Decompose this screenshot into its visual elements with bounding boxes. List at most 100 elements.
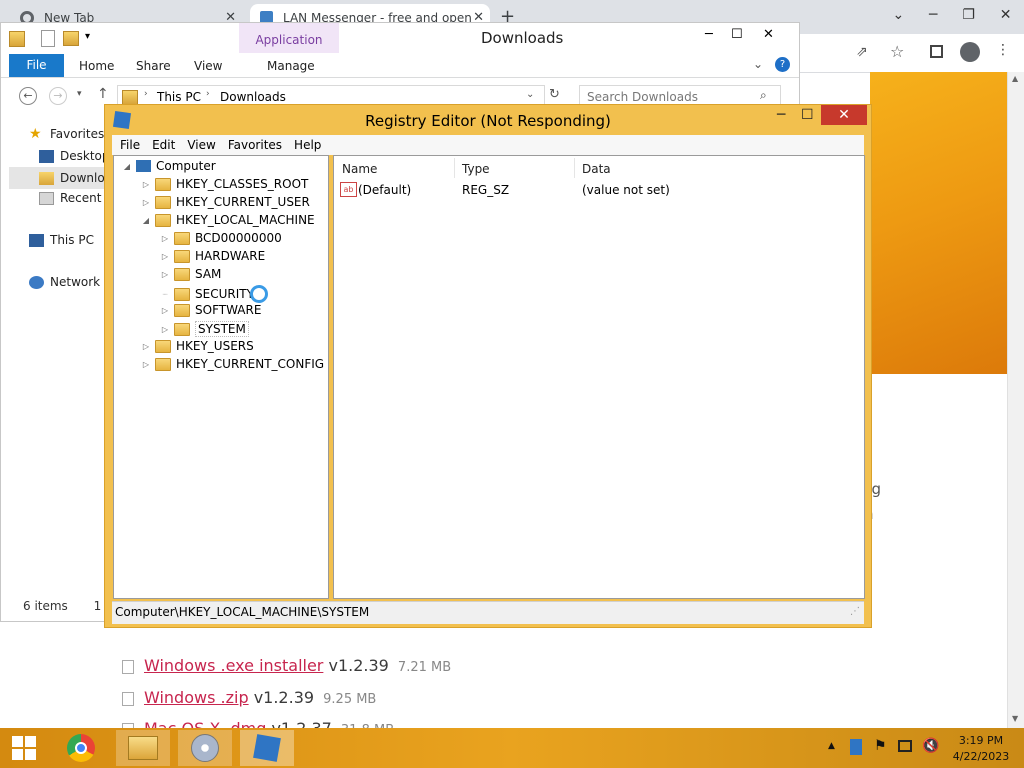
minimize-icon[interactable]: ─ xyxy=(929,7,937,23)
recent-locations-icon[interactable]: ▾ xyxy=(77,89,82,99)
breadcrumb-this-pc[interactable]: This PC xyxy=(157,90,201,104)
nav-this-pc[interactable]: This PC xyxy=(29,233,94,247)
registry-editor-window: Registry Editor (Not Responding) ─ ☐ ✕ F… xyxy=(104,104,872,628)
collapse-arrow-icon[interactable]: ◢ xyxy=(141,216,151,225)
maximize-icon[interactable]: ☐ xyxy=(731,27,743,42)
back-arrow-icon[interactable]: ← xyxy=(19,87,37,105)
expand-ribbon-icon[interactable]: ⌄ xyxy=(753,57,763,71)
network-tray-icon[interactable] xyxy=(850,739,862,755)
taskbar-setup[interactable] xyxy=(178,730,232,766)
node-label: HARDWARE xyxy=(195,249,266,263)
help-icon[interactable]: ? xyxy=(775,57,790,72)
file-explorer-icon xyxy=(128,736,158,760)
node-label: BCD00000000 xyxy=(195,231,282,245)
expand-arrow-icon[interactable]: ▷ xyxy=(141,198,151,207)
value-row[interactable]: ab (Default) REG_SZ (value not set) xyxy=(334,180,864,202)
expand-arrow-icon[interactable]: ▷ xyxy=(160,306,170,315)
node-label: SAM xyxy=(195,267,222,281)
column-divider[interactable] xyxy=(454,158,455,178)
up-arrow-icon[interactable]: ↑ xyxy=(97,86,109,102)
menu-edit[interactable]: Edit xyxy=(152,138,175,152)
expand-arrow-icon[interactable]: ▷ xyxy=(160,325,170,334)
properties-icon[interactable] xyxy=(41,30,55,47)
expand-arrow-icon[interactable]: ▷ xyxy=(160,234,170,243)
nav-network[interactable]: Network xyxy=(29,275,100,289)
chevron-down-icon[interactable]: ⌄ xyxy=(892,7,904,23)
expand-arrow-icon[interactable]: ▷ xyxy=(141,342,151,351)
column-header-type[interactable]: Type xyxy=(462,162,490,176)
new-folder-icon[interactable] xyxy=(63,31,79,46)
tree-node-software[interactable]: ▷ SOFTWARE xyxy=(160,303,262,317)
display-tray-icon[interactable] xyxy=(898,740,912,752)
collapse-arrow-icon[interactable]: ◢ xyxy=(122,162,132,171)
tree-node-hkcu[interactable]: ▷ HKEY_CURRENT_USER xyxy=(141,195,310,209)
tab-share[interactable]: Share xyxy=(136,59,171,73)
taskbar-clock[interactable]: 3:19 PM 4/22/2023 xyxy=(950,733,1012,765)
menu-file[interactable]: File xyxy=(120,138,140,152)
share-icon[interactable]: ⇗ xyxy=(856,44,868,60)
quick-access-dropdown-icon[interactable]: ▾ xyxy=(85,31,90,42)
tab-file[interactable]: File xyxy=(9,54,64,77)
minimize-icon[interactable]: ─ xyxy=(705,27,713,42)
expand-arrow-icon[interactable]: ▷ xyxy=(160,252,170,261)
download-size: 7.21 MB xyxy=(397,660,452,675)
maximize-icon[interactable]: ☐ xyxy=(801,107,814,123)
download-link[interactable]: Windows .zip xyxy=(144,688,249,707)
taskbar-chrome[interactable] xyxy=(54,730,108,766)
tree-node-hkcc[interactable]: ▷ HKEY_CURRENT_CONFIG xyxy=(141,357,324,371)
refresh-icon[interactable]: ↻ xyxy=(549,87,560,102)
breadcrumb-downloads[interactable]: Downloads xyxy=(220,90,286,104)
expand-arrow-icon[interactable]: ▷ xyxy=(141,180,151,189)
tab-manage[interactable]: Manage xyxy=(267,59,315,73)
folder-icon xyxy=(155,357,171,371)
action-center-flag-icon[interactable]: ⚑ xyxy=(874,738,887,754)
volume-muted-icon[interactable]: 🔇 xyxy=(922,738,939,754)
show-hidden-icons-icon[interactable]: ▲ xyxy=(828,741,835,751)
tree-node-system[interactable]: ▷ SYSTEM xyxy=(160,321,249,337)
tab-view[interactable]: View xyxy=(194,59,222,73)
taskbar-file-explorer[interactable] xyxy=(116,730,170,766)
taskbar-registry-editor[interactable] xyxy=(240,730,294,766)
side-panel-icon[interactable] xyxy=(930,45,943,58)
expand-arrow-icon[interactable]: ▷ xyxy=(141,360,151,369)
download-link[interactable]: Windows .exe installer xyxy=(144,656,323,675)
node-label: HKEY_USERS xyxy=(176,339,254,353)
more-menu-icon[interactable]: ⋮ xyxy=(996,42,1010,58)
star-icon[interactable]: ☆ xyxy=(890,42,904,61)
tree-node-sam[interactable]: ▷ SAM xyxy=(160,267,221,281)
browser-scrollbar[interactable]: ▲ ▼ xyxy=(1007,72,1024,728)
close-button[interactable]: ✕ xyxy=(821,105,867,125)
taskbar: ▲ ⚑ 🔇 xyxy=(0,728,1024,768)
address-dropdown-icon[interactable]: ⌄ xyxy=(526,89,534,100)
start-button[interactable] xyxy=(0,730,48,766)
tree-node-hku[interactable]: ▷ HKEY_USERS xyxy=(141,339,254,353)
close-icon[interactable]: ✕ xyxy=(1000,7,1012,23)
column-divider[interactable] xyxy=(574,158,575,178)
nav-favorites[interactable]: ★ Favorites xyxy=(29,127,104,142)
tree-node-security[interactable]: ┈ SECURITY xyxy=(160,285,268,303)
nav-label: Network xyxy=(50,275,101,289)
nav-desktop[interactable]: Desktop xyxy=(39,149,110,163)
tree-node-hardware[interactable]: ▷ HARDWARE xyxy=(160,249,265,263)
restore-icon[interactable]: ❐ xyxy=(962,7,975,23)
tree-node-bcd[interactable]: ▷ BCD00000000 xyxy=(160,231,282,245)
menu-favorites[interactable]: Favorites xyxy=(228,138,282,152)
column-header-name[interactable]: Name xyxy=(342,162,377,176)
menu-help[interactable]: Help xyxy=(294,138,321,152)
column-header-data[interactable]: Data xyxy=(582,162,611,176)
resize-grip-icon[interactable]: ⋰ xyxy=(850,606,860,617)
clock-time: 3:19 PM xyxy=(958,734,1004,747)
profile-avatar-icon[interactable] xyxy=(960,42,980,62)
minimize-icon[interactable]: ─ xyxy=(777,107,785,123)
nav-recent-places[interactable]: Recent p xyxy=(39,191,113,205)
scroll-up-icon[interactable]: ▲ xyxy=(1012,74,1018,83)
forward-arrow-icon[interactable]: → xyxy=(49,87,67,105)
tree-node-computer[interactable]: ◢ Computer xyxy=(122,159,216,173)
tree-node-hkcr[interactable]: ▷ HKEY_CLASSES_ROOT xyxy=(141,177,308,191)
expand-arrow-icon[interactable]: ▷ xyxy=(160,270,170,279)
scroll-down-icon[interactable]: ▼ xyxy=(1012,714,1018,723)
close-icon[interactable]: ✕ xyxy=(763,27,774,42)
tree-node-hklm[interactable]: ◢ HKEY_LOCAL_MACHINE xyxy=(141,213,315,227)
tab-home[interactable]: Home xyxy=(79,59,114,73)
menu-view[interactable]: View xyxy=(187,138,215,152)
